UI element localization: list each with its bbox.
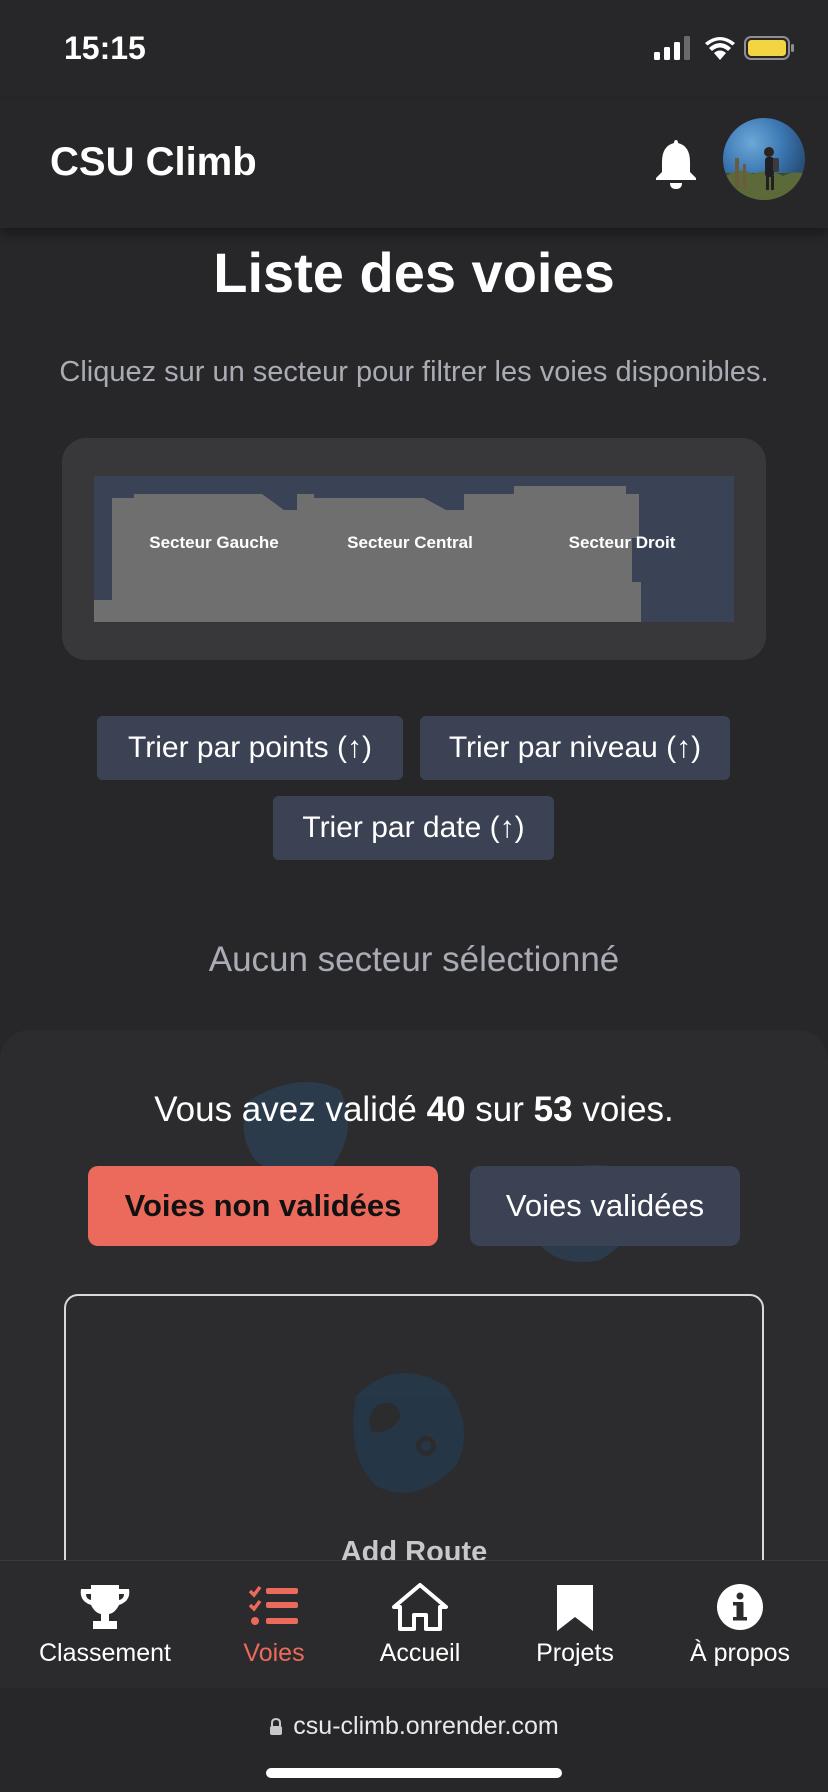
sector-left-label: Secteur Gauche [149,533,278,552]
home-icon [392,1583,448,1631]
sector-map: Secteur Gauche Secteur Central Secteur D… [94,476,734,622]
nav-item-accueil[interactable]: Accueil [360,1561,480,1689]
app-title[interactable]: CSU Climb [50,140,257,185]
total-count: 53 [533,1090,573,1129]
url-text[interactable]: csu-climb.onrender.com [293,1712,558,1741]
no-sector-selected-text: Aucun secteur sélectionné [208,940,620,979]
nav-item-projets[interactable]: Projets [515,1561,635,1689]
add-route-card[interactable]: Add Route [64,1294,764,1560]
nav-item-voies[interactable]: Voies [214,1561,334,1689]
sector-central[interactable]: Secteur Central [298,516,473,596]
status-bar: 15:15 [0,0,828,100]
bottom-nav: Classement Voies Accueil Projets À propo… [0,1560,828,1688]
tab-not-validated-routes[interactable]: Voies non validées [88,1166,438,1246]
sector-left[interactable]: Secteur Gauche [112,516,298,596]
tab-validated-routes[interactable]: Voies validées [470,1166,740,1246]
home-indicator[interactable] [266,1768,562,1778]
sort-by-date-button[interactable]: Trier par date (↑) [273,796,554,860]
trophy-icon [80,1585,130,1629]
user-avatar[interactable] [723,118,805,200]
signal-icon [654,36,690,60]
sort-by-level-button[interactable]: Trier par niveau (↑) [420,716,730,780]
status-icons [654,34,794,64]
sector-map-card: Secteur Gauche Secteur Central Secteur D… [62,438,766,660]
routes-panel: Vous avez validé 40 sur 53 voies. Voies … [0,1030,828,1560]
sector-central-label: Secteur Central [347,533,473,552]
sector-right-label: Secteur Droit [569,533,676,552]
nav-item-a-propos[interactable]: À propos [670,1561,810,1689]
add-route-label: Add Route [340,1536,488,1560]
info-icon [717,1584,763,1630]
bookmark-icon [557,1585,593,1631]
battery-icon [744,36,794,60]
validated-count-text: Vous avez validé 40 sur 53 voies. [154,1090,674,1129]
climbing-hold-icon [353,1373,464,1493]
page-subtitle: Cliquez sur un secteur pour filtrer les … [59,356,769,388]
wifi-icon [705,37,735,60]
lock-icon [270,1717,283,1735]
validated-count: 40 [426,1090,466,1129]
notification-bell-icon[interactable] [652,136,700,190]
sort-by-points-button[interactable]: Trier par points (↑) [97,716,403,780]
page-title: Liste des voies [213,241,615,304]
browser-url-bar: csu-climb.onrender.com [0,1688,828,1792]
app-header: CSU Climb [0,100,828,228]
list-check-icon [248,1585,298,1625]
nav-item-classement[interactable]: Classement [30,1561,180,1689]
status-time: 15:15 [64,30,146,66]
